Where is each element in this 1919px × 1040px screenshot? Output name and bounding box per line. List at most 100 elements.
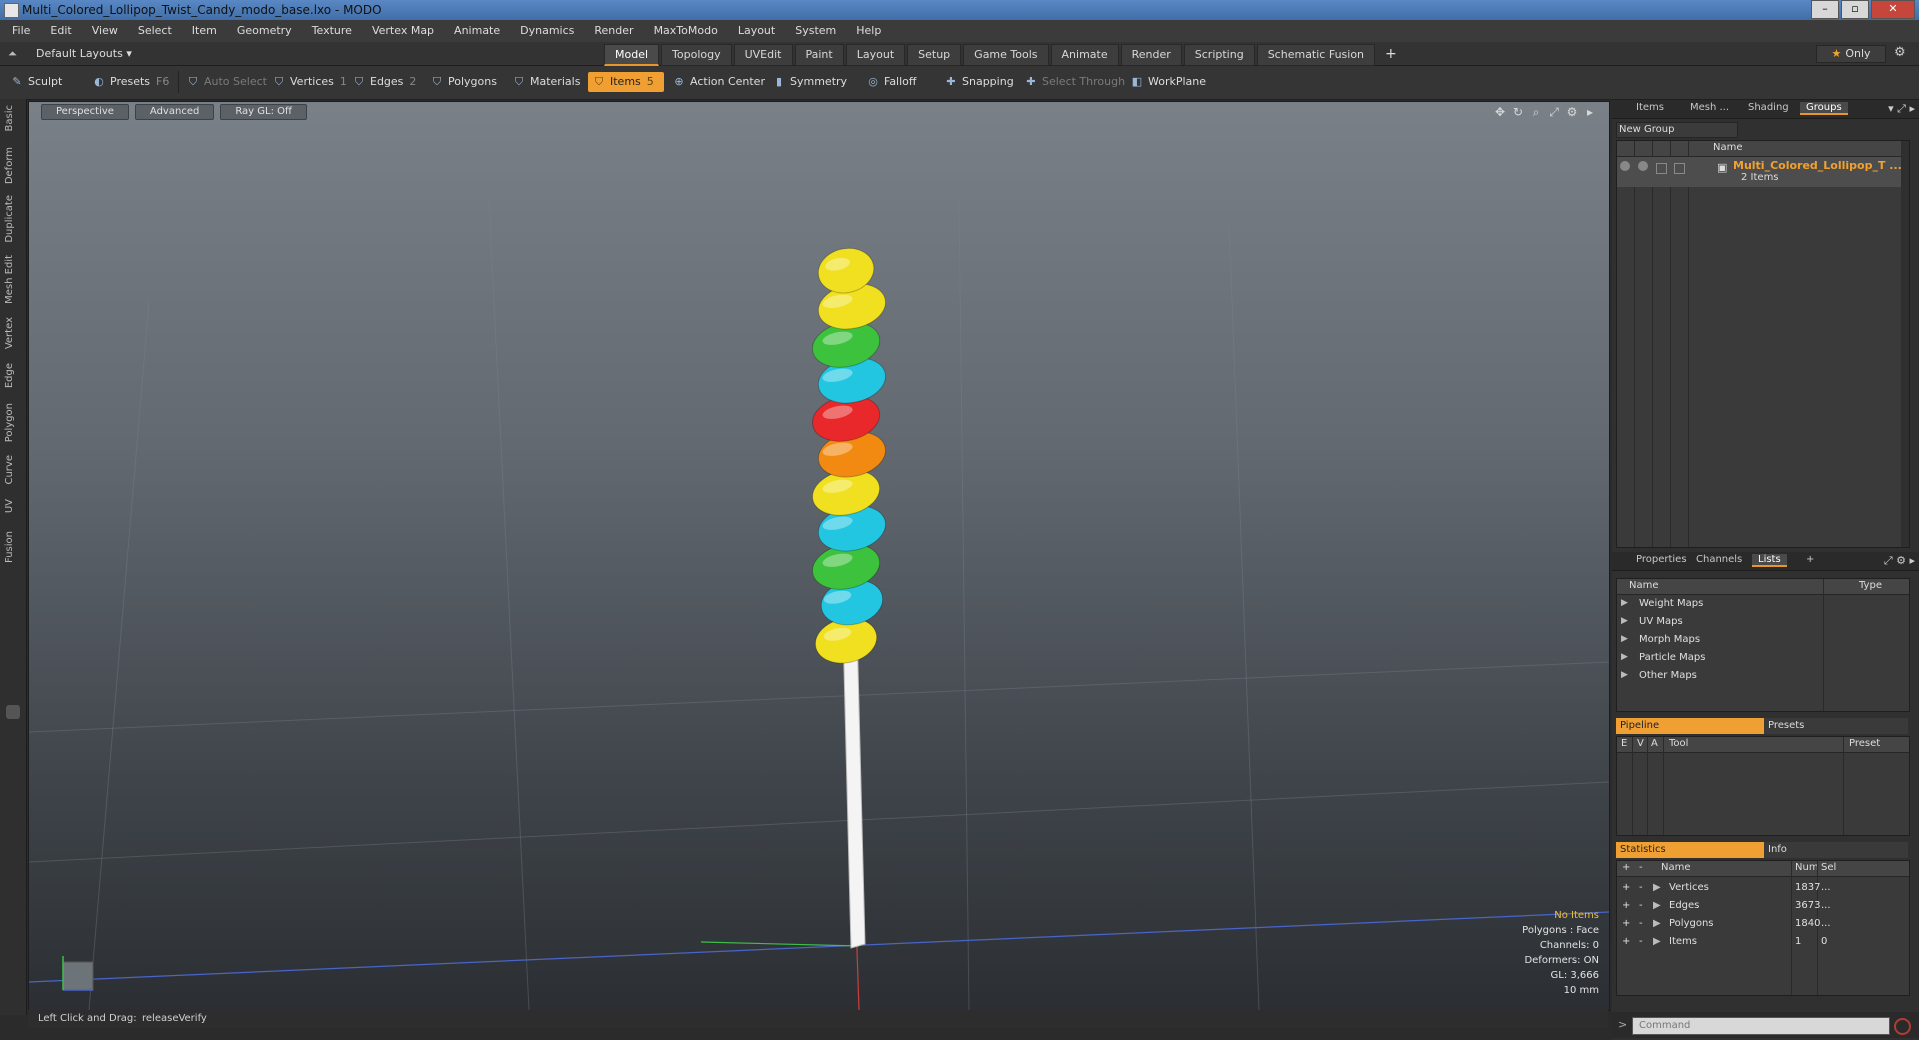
command-input[interactable]: Command (1632, 1017, 1890, 1035)
tab-schematic-fusion[interactable]: Schematic Fusion (1256, 44, 1376, 66)
menu-help[interactable]: Help (844, 20, 889, 37)
vtab-basic[interactable]: Basic (4, 105, 15, 131)
tab-paint[interactable]: Paint (794, 44, 844, 66)
tab-properties[interactable]: Properties (1636, 554, 1687, 565)
menu-select[interactable]: Select (126, 20, 180, 37)
groups-scrollbar[interactable] (1901, 141, 1909, 547)
3d-viewport[interactable]: Perspective Advanced Ray GL: Off ✥ ↻ ⌕ ⤢… (28, 101, 1610, 1011)
items-button[interactable]: ⛉ Items 5 (588, 72, 664, 92)
tab-model[interactable]: Model (604, 44, 660, 66)
workplane-button[interactable]: ◧ WorkPlane (1130, 72, 1206, 92)
menu-system[interactable]: System (783, 20, 844, 37)
tab-scripting[interactable]: Scripting (1183, 44, 1255, 66)
menu-maxtomodo[interactable]: MaxToModo (642, 20, 726, 37)
menu-view[interactable]: View (80, 20, 126, 37)
menu-item[interactable]: Item (180, 20, 225, 37)
vtab-curve[interactable]: Curve (4, 455, 15, 485)
stat-remove-button[interactable]: - (1639, 918, 1643, 929)
expand-arrow-icon[interactable]: ▶ (1621, 616, 1628, 626)
lock-toggle[interactable] (1656, 163, 1667, 174)
pan-icon[interactable]: ✥ (1493, 105, 1507, 120)
panel-options-icon[interactable]: ▾ ⤢ ▸ (1888, 102, 1915, 116)
list-item[interactable]: ▶ Morph Maps (1617, 631, 1909, 649)
new-group-button[interactable]: New Group (1616, 122, 1738, 138)
zoom-icon[interactable]: ⌕ (1529, 105, 1543, 120)
stat-remove-button[interactable]: - (1639, 882, 1643, 893)
list-item[interactable]: ▶ Other Maps (1617, 667, 1909, 685)
only-button[interactable]: ★ Only (1816, 45, 1886, 63)
expand-arrow-icon[interactable]: ▶ (1653, 936, 1661, 947)
list-item[interactable]: ▶ UV Maps (1617, 613, 1909, 631)
tab-channels[interactable]: Channels (1696, 554, 1742, 565)
vtab-duplicate[interactable]: Duplicate (4, 195, 15, 243)
palette-toggle[interactable] (6, 705, 20, 719)
menu-texture[interactable]: Texture (300, 20, 360, 37)
tab-shading[interactable]: Shading (1748, 102, 1789, 113)
symmetry-button[interactable]: ▮ Symmetry (772, 72, 847, 92)
tab-uvedit[interactable]: UVEdit (733, 44, 793, 66)
raygl-button[interactable]: Ray GL: Off (220, 104, 307, 120)
stat-remove-button[interactable]: - (1639, 900, 1643, 911)
stat-add-button[interactable]: + (1622, 882, 1630, 893)
select-toggle[interactable] (1674, 163, 1685, 174)
fit-icon[interactable]: ⤢ (1547, 105, 1561, 120)
polygons-button[interactable]: ⛉ Polygons (430, 72, 497, 92)
layout-selector[interactable]: Default Layouts ▾ (36, 47, 132, 60)
tab-layout[interactable]: Layout (845, 44, 906, 66)
menu-layout[interactable]: Layout (726, 20, 783, 37)
menu-geometry[interactable]: Geometry (225, 20, 300, 37)
tab-lists[interactable]: Lists (1752, 554, 1787, 567)
vtab-mesh-edit[interactable]: Mesh Edit (4, 255, 15, 304)
rotate-icon[interactable]: ↻ (1511, 105, 1525, 120)
menu-dynamics[interactable]: Dynamics (508, 20, 582, 37)
view-mode-button[interactable]: Perspective (41, 104, 129, 120)
tab-statistics[interactable]: Statistics (1616, 842, 1764, 858)
tab-groups[interactable]: Groups (1800, 102, 1848, 115)
add-panel-tab[interactable]: + (1806, 554, 1814, 565)
add-tab-button[interactable]: + (1377, 44, 1405, 66)
tab-animate[interactable]: Animate (1050, 44, 1119, 66)
visibility-eye-icon[interactable] (1620, 161, 1630, 171)
menu-render[interactable]: Render (582, 20, 641, 37)
vtab-polygon[interactable]: Polygon (4, 403, 15, 442)
tab-game-tools[interactable]: Game Tools (963, 44, 1049, 66)
expand-arrow-icon[interactable]: ▶ (1653, 882, 1661, 893)
stat-row-edges[interactable]: + - ▶ Edges 3673 ... (1617, 897, 1909, 914)
tab-presets[interactable]: Presets (1764, 718, 1908, 734)
tab-info[interactable]: Info (1764, 842, 1908, 858)
action-center-button[interactable]: ⊕ Action Center (672, 72, 765, 92)
vtab-deform[interactable]: Deform (4, 147, 15, 184)
vertices-button[interactable]: ⛉ Vertices 1 (272, 72, 347, 92)
stat-add-button[interactable]: + (1622, 900, 1630, 911)
stat-add-button[interactable]: + (1622, 936, 1630, 947)
stat-remove-button[interactable]: - (1639, 936, 1643, 947)
minimize-button[interactable]: – (1811, 0, 1839, 19)
group-row[interactable]: ▣ Multi_Colored_Lollipop_T ... 2 Items (1617, 157, 1909, 187)
menu-edit[interactable]: Edit (38, 20, 79, 37)
expand-arrow-icon[interactable]: ▶ (1621, 598, 1628, 608)
stop-icon[interactable] (1894, 1018, 1911, 1035)
menu-animate[interactable]: Animate (442, 20, 508, 37)
tab-topology[interactable]: Topology (661, 44, 732, 66)
expand-arrow-icon[interactable]: ▶ (1653, 918, 1661, 929)
vtab-uv[interactable]: UV (4, 499, 15, 513)
viewport-gear-icon[interactable]: ⚙ (1565, 105, 1579, 120)
snapping-button[interactable]: ✚ Snapping (944, 72, 1013, 92)
vtab-edge[interactable]: Edge (4, 363, 15, 388)
tab-setup[interactable]: Setup (907, 44, 962, 66)
list-item[interactable]: ▶ Weight Maps (1617, 595, 1909, 613)
tab-items[interactable]: Items (1636, 102, 1664, 113)
gear-icon[interactable]: ⚙ (1894, 45, 1906, 60)
select-through-button[interactable]: ✚ Select Through (1024, 72, 1125, 92)
tab-pipeline[interactable]: Pipeline (1616, 718, 1764, 734)
vtab-fusion[interactable]: Fusion (4, 531, 15, 563)
shading-mode-button[interactable]: Advanced (134, 104, 215, 120)
tab-render[interactable]: Render (1120, 44, 1182, 66)
stat-add-button[interactable]: + (1622, 918, 1630, 929)
expand-arrow-icon[interactable]: ▶ (1653, 900, 1661, 911)
layout-collapse-icon[interactable]: ⏶ (8, 47, 17, 61)
edges-button[interactable]: ⛉ Edges 2 (352, 72, 417, 92)
expand-arrow-icon[interactable]: ▶ (1621, 634, 1628, 644)
stat-row-polygons[interactable]: + - ▶ Polygons 1840 ... (1617, 915, 1909, 932)
expand-arrow-icon[interactable]: ▶ (1621, 652, 1628, 662)
